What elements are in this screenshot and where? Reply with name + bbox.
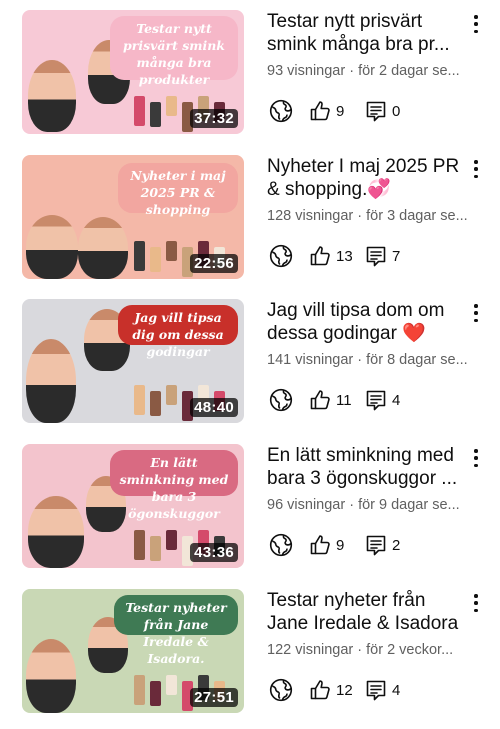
comments-stat[interactable]: 7 bbox=[364, 244, 400, 268]
thumbs-up-icon bbox=[308, 678, 332, 702]
video-thumbnail[interactable]: Nyheter i maj 2025 PR & shopping 22:56 bbox=[22, 155, 244, 279]
video-duration: 43:36 bbox=[190, 543, 238, 562]
thumbnail-person bbox=[28, 496, 84, 568]
comments-stat[interactable]: 2 bbox=[364, 533, 400, 557]
globe-icon[interactable] bbox=[268, 243, 294, 269]
likes-stat[interactable]: 12 bbox=[308, 678, 364, 702]
video-thumbnail[interactable]: Jag vill tipsa dig om dessa godingar 48:… bbox=[22, 299, 244, 423]
thumbnail-product bbox=[166, 675, 177, 695]
video-row[interactable]: Testar nyheter från Jane Iredale & Isado… bbox=[0, 589, 500, 715]
globe-icon[interactable] bbox=[268, 387, 294, 413]
thumbnail-product bbox=[150, 102, 161, 127]
comment-icon bbox=[364, 533, 388, 557]
thumbnail-product bbox=[166, 241, 177, 261]
comment-count: 4 bbox=[392, 681, 401, 699]
like-count: 13 bbox=[336, 247, 353, 265]
video-duration: 37:32 bbox=[190, 109, 238, 128]
comments-stat[interactable]: 4 bbox=[364, 678, 400, 702]
more-vert-icon[interactable] bbox=[468, 12, 484, 36]
thumbnail-caption: Testar nytt prisvärt smink många bra pro… bbox=[110, 16, 238, 87]
like-count: 11 bbox=[336, 391, 352, 409]
video-meta: 93 visningar · för 2 dagar se... bbox=[267, 63, 460, 79]
thumbnail-person bbox=[28, 60, 76, 132]
thumbnail-product bbox=[134, 96, 145, 126]
comments-stat[interactable]: 4 bbox=[364, 388, 400, 412]
likes-stat[interactable]: 9 bbox=[308, 99, 364, 123]
video-meta: 128 visningar · för 3 dagar se... bbox=[267, 208, 468, 224]
video-stats: 9 0 bbox=[268, 98, 483, 124]
video-duration: 48:40 bbox=[190, 398, 238, 417]
thumbnail-person bbox=[26, 339, 76, 423]
video-meta: 96 visningar · för 9 dagar se... bbox=[267, 497, 460, 513]
video-stats: 9 2 bbox=[268, 532, 483, 558]
comment-count: 7 bbox=[392, 247, 401, 265]
globe-icon[interactable] bbox=[268, 677, 294, 703]
thumbnail-caption: Testar nyheter från Jane Iredale & Isado… bbox=[114, 595, 238, 666]
video-title[interactable]: Jag vill tipsa dom om dessa godingar ❤️ bbox=[267, 299, 467, 345]
video-stats: 12 4 bbox=[268, 677, 483, 703]
thumbnail-product bbox=[134, 530, 145, 560]
thumbnail-product bbox=[134, 241, 145, 271]
thumbnail-product bbox=[134, 675, 145, 705]
video-title[interactable]: Testar nytt prisvärt smink många bra pr.… bbox=[267, 10, 467, 56]
thumbnail-product bbox=[166, 530, 177, 550]
video-thumbnail[interactable]: En lätt sminkning med bara 3 ögonskuggor… bbox=[22, 444, 244, 568]
thumbnail-person bbox=[26, 639, 76, 713]
thumbnail-product bbox=[150, 247, 161, 272]
thumbnail-product bbox=[150, 391, 161, 416]
comment-icon bbox=[364, 678, 388, 702]
thumbs-up-icon bbox=[308, 533, 332, 557]
video-row[interactable]: Nyheter i maj 2025 PR & shopping 22:56 N… bbox=[0, 155, 500, 281]
more-vert-icon[interactable] bbox=[468, 591, 484, 615]
video-row[interactable]: En lätt sminkning med bara 3 ögonskuggor… bbox=[0, 444, 500, 570]
video-title[interactable]: En lätt sminkning med bara 3 ögonskuggor… bbox=[267, 444, 467, 490]
video-duration: 22:56 bbox=[190, 254, 238, 273]
video-thumbnail[interactable]: Testar nyheter från Jane Iredale & Isado… bbox=[22, 589, 244, 713]
video-stats: 11 4 bbox=[268, 387, 483, 413]
thumbs-up-icon bbox=[308, 244, 332, 268]
video-title[interactable]: Nyheter I maj 2025 PR & shopping.💞 bbox=[267, 155, 467, 201]
thumbnail-caption: En lätt sminkning med bara 3 ögonskuggor bbox=[110, 450, 238, 521]
video-meta: 122 visningar · för 2 veckor... bbox=[267, 642, 454, 658]
video-thumbnail[interactable]: Testar nytt prisvärt smink många bra pro… bbox=[22, 10, 244, 134]
more-vert-icon[interactable] bbox=[468, 446, 484, 470]
comment-icon bbox=[364, 244, 388, 268]
video-title[interactable]: Testar nyheter från Jane Iredale & Isado… bbox=[267, 589, 467, 635]
thumbnail-product bbox=[166, 385, 177, 405]
thumbnail-product bbox=[166, 96, 177, 116]
comment-count: 0 bbox=[392, 102, 401, 120]
more-vert-icon[interactable] bbox=[468, 301, 484, 325]
globe-icon[interactable] bbox=[268, 98, 294, 124]
comment-icon bbox=[364, 388, 388, 412]
globe-icon[interactable] bbox=[268, 532, 294, 558]
video-stats: 13 7 bbox=[268, 243, 483, 269]
thumbs-up-icon bbox=[308, 99, 332, 123]
comment-count: 4 bbox=[392, 391, 401, 409]
thumbnail-person bbox=[78, 217, 128, 279]
thumbs-up-icon bbox=[308, 388, 332, 412]
thumbnail-product bbox=[150, 681, 161, 706]
comment-count: 2 bbox=[392, 536, 401, 554]
thumbnail-caption: Jag vill tipsa dig om dessa godingar bbox=[118, 305, 238, 359]
like-count: 12 bbox=[336, 681, 353, 699]
likes-stat[interactable]: 13 bbox=[308, 244, 364, 268]
thumbnail-caption: Nyheter i maj 2025 PR & shopping bbox=[118, 163, 238, 217]
likes-stat[interactable]: 11 bbox=[308, 388, 364, 412]
comments-stat[interactable]: 0 bbox=[364, 99, 400, 123]
more-vert-icon[interactable] bbox=[468, 157, 484, 181]
thumbnail-product bbox=[134, 385, 145, 415]
comment-icon bbox=[364, 99, 388, 123]
video-row[interactable]: Testar nytt prisvärt smink många bra pro… bbox=[0, 10, 500, 136]
video-meta: 141 visningar · för 8 dagar se... bbox=[267, 352, 468, 368]
like-count: 9 bbox=[336, 102, 345, 120]
thumbnail-product bbox=[150, 536, 161, 561]
likes-stat[interactable]: 9 bbox=[308, 533, 364, 557]
thumbnail-person bbox=[26, 215, 78, 279]
video-duration: 27:51 bbox=[190, 688, 238, 707]
like-count: 9 bbox=[336, 536, 345, 554]
video-row[interactable]: Jag vill tipsa dig om dessa godingar 48:… bbox=[0, 299, 500, 425]
